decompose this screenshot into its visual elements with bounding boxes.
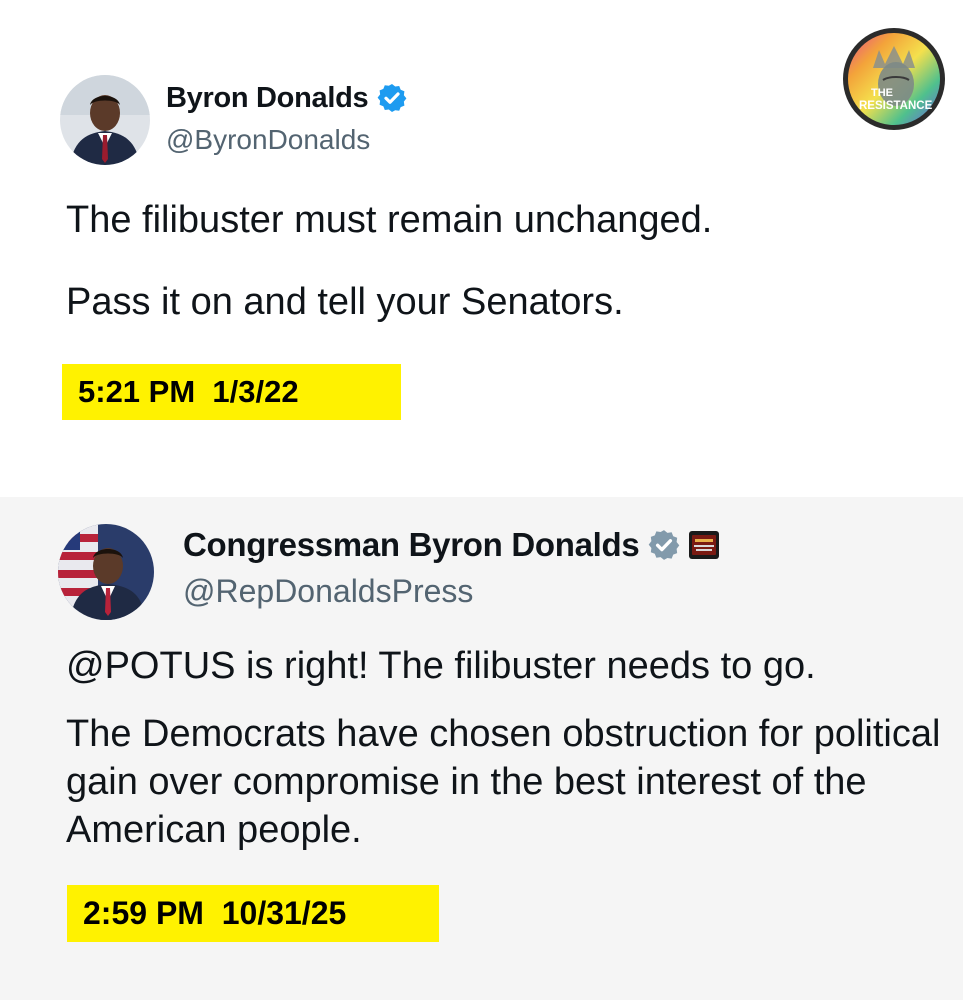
- tweet-paragraph: The Democrats have chosen obstruction fo…: [66, 713, 941, 851]
- tweet-2-content: Congressman Byron Donalds @RepDonaldsPre…: [0, 0, 963, 1000]
- display-name[interactable]: Congressman Byron Donalds: [183, 526, 640, 564]
- tweet-paragraph: @POTUS is right! The filibuster needs to…: [66, 645, 816, 687]
- verified-badge-icon: [647, 528, 681, 562]
- author-name-row: Congressman Byron Donalds: [183, 526, 720, 564]
- affiliation-badge-icon[interactable]: [689, 531, 720, 559]
- timestamp-highlight: 2:59 PM 10/31/25: [67, 885, 439, 942]
- handle[interactable]: @RepDonaldsPress: [183, 573, 473, 610]
